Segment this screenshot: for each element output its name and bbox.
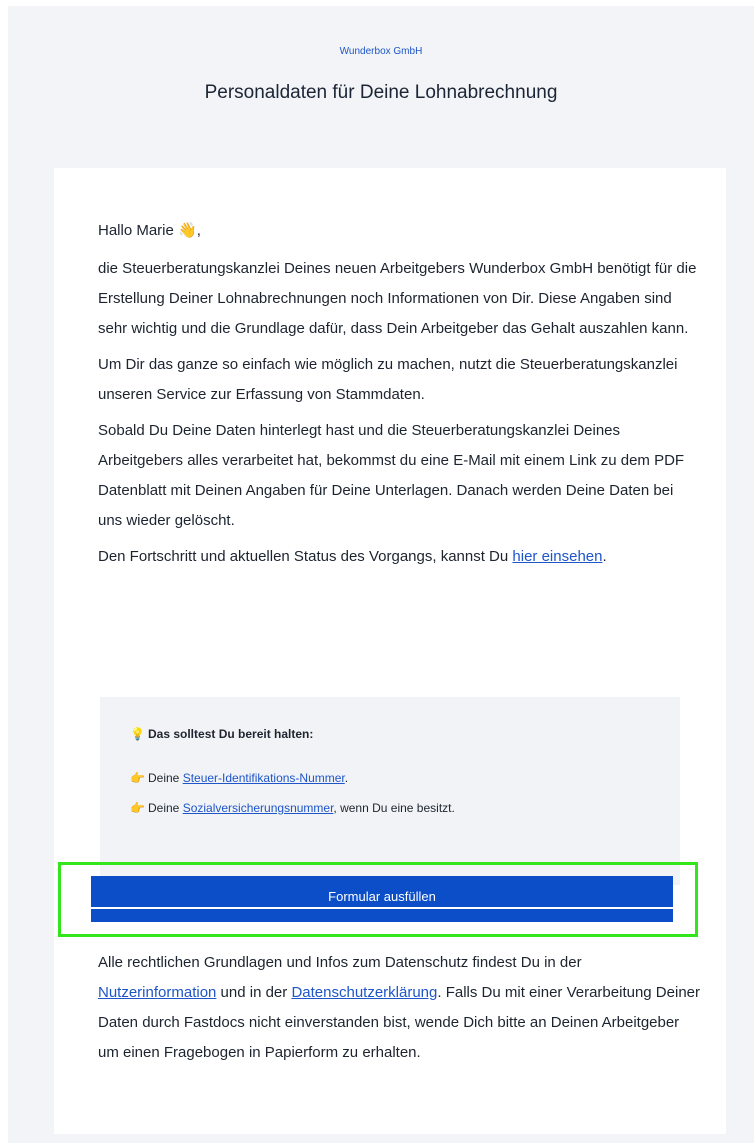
footer-text-2: und in der xyxy=(216,984,292,1001)
greeting: Hallo Marie 👋, xyxy=(98,216,698,246)
checklist-item-suffix: . xyxy=(344,771,349,785)
waving-hand-icon: 👋 xyxy=(178,222,197,239)
email-body: Hallo Marie 👋, die Steuerberatungskanzle… xyxy=(98,216,698,578)
checklist-box: 💡 Das solltest Du bereit halten: 👉 Deine S… xyxy=(100,697,680,885)
email-background: Wunderbox GmbH Personaldaten für Deine L… xyxy=(8,6,754,1143)
checklist-item-prefix: Deine xyxy=(148,771,183,785)
checklist-item-tax-id: 👉 Deine Steuer-Identifikations-Nummer. xyxy=(130,771,455,785)
fill-form-button[interactable]: Formular ausfüllen xyxy=(91,876,673,922)
checklist-item-social-security: 👉 Deine Sozialversicherungsnummer, wenn D… xyxy=(130,801,455,815)
lightbulb-icon: 💡 xyxy=(130,727,145,741)
paragraph-status: Den Fortschritt und aktuellen Status des… xyxy=(98,542,698,572)
greeting-comma: , xyxy=(196,222,201,239)
checklist-item-suffix: , wenn Du eine besitzt. xyxy=(333,801,455,815)
company-name: Wunderbox GmbH xyxy=(339,46,423,57)
status-text: Den Fortschritt und aktuellen Status des… xyxy=(98,548,513,565)
email-card: Hallo Marie 👋, die Steuerberatungskanzle… xyxy=(54,168,726,1134)
pointing-hand-icon: 👉 xyxy=(130,801,145,815)
paragraph-service: Um Dir das ganze so einfach wie möglich … xyxy=(98,356,678,403)
user-information-link[interactable]: Nutzerinformation xyxy=(98,984,216,1001)
tax-id-link[interactable]: Steuer-Identifikations-Nummer xyxy=(183,771,345,785)
paragraph-intro: die Steuerberatungskanzlei Deines neuen … xyxy=(98,260,697,337)
pointing-hand-icon: 👉 xyxy=(130,771,145,785)
privacy-policy-link[interactable]: Datenschutzerklärung xyxy=(291,984,437,1001)
email-title: Personaldaten für Deine Lohnabrechnung xyxy=(204,82,558,103)
checklist-item-prefix: Deine xyxy=(148,801,183,815)
status-link[interactable]: hier einsehen xyxy=(512,548,602,565)
legal-footer: Alle rechtlichen Grundlagen und Infos zu… xyxy=(98,948,700,1068)
cta-divider-line xyxy=(91,907,673,909)
status-period: . xyxy=(602,548,607,565)
checklist-title-text: Das solltest Du bereit halten: xyxy=(148,727,314,741)
checklist-content: 💡 Das solltest Du bereit halten: 👉 Deine S… xyxy=(130,727,455,831)
social-security-link[interactable]: Sozialversicherungsnummer xyxy=(183,801,334,815)
footer-text-1: Alle rechtlichen Grundlagen und Infos zu… xyxy=(98,954,582,971)
greeting-text: Hallo Marie xyxy=(98,222,174,239)
paragraph-process: Sobald Du Deine Daten hinterlegt hast un… xyxy=(98,422,685,529)
checklist-title: 💡 Das solltest Du bereit halten: xyxy=(130,727,455,741)
